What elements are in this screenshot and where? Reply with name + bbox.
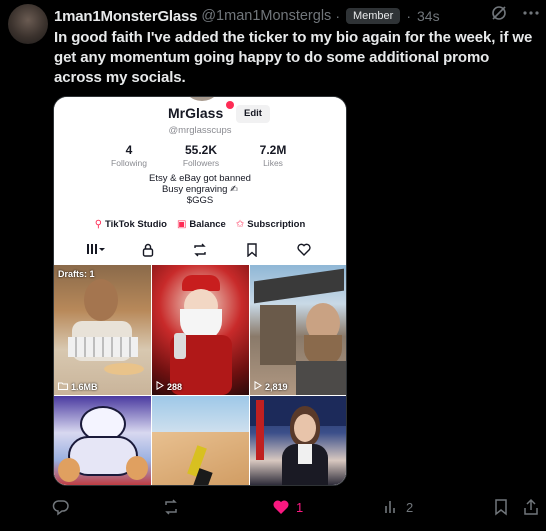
profile-avatar — [182, 97, 222, 101]
balance-icon: ▣ — [176, 219, 187, 230]
play-icon — [254, 380, 262, 392]
video-stat: 288 — [167, 381, 183, 392]
drafts-label: Drafts: 1 — [58, 269, 95, 279]
stat-likes: 7.2M Likes — [238, 143, 308, 168]
author-name[interactable]: 1man1MonsterGlass — [54, 8, 198, 25]
share-icon — [524, 498, 538, 515]
profile-bio: Etsy & eBay got banned Busy engraving ✍ … — [54, 173, 346, 206]
views-button[interactable]: 2 — [382, 498, 413, 516]
stat-following: 4 Following — [94, 143, 164, 168]
reply-icon — [52, 500, 69, 516]
video-overlay: 288 — [156, 380, 183, 392]
repost-button[interactable] — [162, 498, 186, 516]
folder-icon — [58, 382, 68, 392]
author-avatar[interactable] — [8, 4, 48, 44]
profile-stats: 4 Following 55.2K Followers 7.2M Likes — [94, 143, 308, 168]
stat-value: 7.2M — [259, 143, 287, 157]
video-overlay: 1.6MB — [58, 382, 98, 392]
play-icon — [156, 380, 164, 392]
repost-icon — [186, 243, 214, 265]
bookmark-button[interactable] — [492, 498, 510, 516]
bio-line: $GGS — [186, 195, 214, 206]
stat-value: 4 — [125, 143, 133, 157]
video-stat: 2,819 — [265, 381, 288, 392]
header-icons — [490, 4, 540, 22]
repost-icon — [165, 499, 177, 515]
lock-icon — [134, 243, 162, 265]
video-thumbnail — [152, 396, 249, 485]
like-count: 1 — [296, 499, 304, 515]
notification-dot — [226, 101, 234, 109]
bio-line: Etsy & eBay got banned — [149, 173, 251, 184]
link-label: Subscription — [247, 219, 306, 230]
tweet-text: In good faith I've added the ticker to m… — [54, 29, 533, 86]
profile-links: ⚲ TikTok Studio ▣ Balance ✩ Subscription — [54, 219, 346, 230]
video-stat: 1.6MB — [71, 382, 98, 392]
separator: · — [406, 8, 411, 24]
share-button[interactable] — [522, 498, 540, 516]
link-label: Balance — [189, 219, 226, 230]
heart-icon — [290, 243, 318, 265]
video-thumbnail: Drafts: 1 1.6MB — [54, 265, 151, 395]
link-subscription: ✩ Subscription — [236, 219, 305, 230]
tiktok-studio-icon: ⚲ — [94, 219, 103, 230]
video-overlay: 2,819 — [254, 380, 288, 392]
tweet-time[interactable]: 34s — [417, 8, 440, 24]
profile-tabs — [54, 243, 346, 270]
video-grid: Drafts: 1 1.6MB 288 2,819 — [54, 265, 346, 485]
bio-line: Busy engraving ✍ — [161, 184, 239, 195]
video-thumbnail: 288 — [152, 265, 249, 395]
reply-button[interactable] — [52, 498, 76, 516]
tiktok-profile-header: MrGlass Edit @mrglasscups 4 Following 55… — [54, 97, 346, 270]
bookmark-icon — [495, 499, 507, 516]
link-tiktok-studio: ⚲ TikTok Studio — [95, 219, 167, 230]
author-handle[interactable]: @1man1Monstergls — [201, 8, 331, 24]
view-count: 2 — [406, 499, 414, 515]
profile-handle: @mrglasscups — [168, 125, 232, 136]
stat-label: Following — [111, 158, 147, 168]
profile-name: MrGlass — [168, 105, 224, 121]
tweet-media-image[interactable]: MrGlass Edit @mrglasscups 4 Following 55… — [53, 96, 347, 486]
like-button[interactable]: 1 — [272, 498, 303, 516]
member-badge[interactable]: Member — [345, 8, 401, 24]
subscription-icon: ✩ — [235, 219, 245, 230]
heart-filled-icon — [273, 500, 289, 514]
edit-button: Edit — [236, 105, 270, 123]
stat-value: 55.2K — [184, 143, 218, 157]
tweet-header: 1man1MonsterGlass @1man1Monstergls · Mem… — [54, 6, 536, 26]
grid-icon — [82, 243, 110, 270]
video-thumbnail — [250, 396, 346, 485]
tweet-actions: 1 2 — [50, 498, 540, 520]
stat-label: Followers — [182, 158, 220, 168]
separator: · — [335, 8, 340, 24]
stat-label: Likes — [263, 158, 283, 168]
grok-icon[interactable] — [490, 4, 508, 22]
link-balance: ▣ Balance — [177, 219, 226, 230]
more-options-icon[interactable] — [522, 4, 540, 22]
stat-followers: 55.2K Followers — [166, 143, 236, 168]
link-label: TikTok Studio — [105, 219, 167, 230]
views-icon — [385, 501, 395, 513]
video-thumbnail — [54, 396, 151, 485]
video-thumbnail: 2,819 — [250, 265, 346, 395]
bookmark-icon — [238, 243, 266, 265]
